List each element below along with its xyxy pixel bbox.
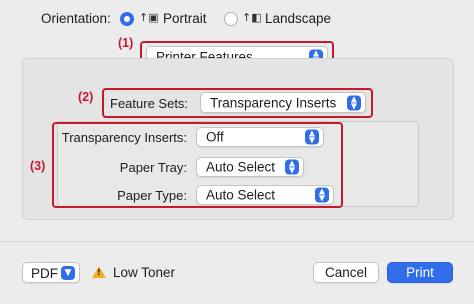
cancel-button[interactable]: Cancel	[313, 262, 379, 283]
landscape-label: Landscape	[265, 11, 332, 26]
paper-tray-label: Paper Tray:	[119, 160, 187, 175]
chevron-down-icon: ▼	[61, 266, 75, 280]
paper-tray-popup[interactable]: Auto Select ▲ ▼	[196, 157, 304, 177]
paper-type-label: Paper Type:	[117, 188, 187, 203]
paper-tray-value: Auto Select	[206, 159, 276, 175]
chevron-updown-icon: ▲▼	[315, 187, 329, 203]
pdf-menu-button[interactable]: PDF ▼	[22, 262, 80, 283]
landscape-radio[interactable]	[224, 12, 238, 26]
callout-1: (1)	[118, 36, 134, 50]
callout-3: (3)	[30, 159, 46, 173]
transparency-inserts-value: Off	[206, 129, 224, 145]
orientation-label: Orientation:	[41, 11, 111, 26]
portrait-radio[interactable]	[120, 12, 134, 26]
feature-sets-popup[interactable]: Transparency Inserts ▲ ▼	[200, 92, 366, 113]
callout-2: (2)	[78, 90, 94, 104]
footer-divider	[0, 241, 474, 242]
warning-triangle-icon	[92, 266, 106, 278]
chevron-updown-icon: ▲▼	[305, 129, 319, 145]
chevron-updown-icon: ▲▼	[347, 95, 361, 110]
paper-type-value: Auto Select	[206, 187, 276, 203]
portrait-label: Portrait	[163, 11, 207, 26]
transparency-inserts-label: Transparency Inserts:	[61, 130, 187, 145]
chevron-updown-icon: ▲▼	[285, 159, 299, 175]
paper-type-popup[interactable]: Auto Select ▲ ▼	[196, 185, 334, 205]
landscape-orientation-icon: ↑◧	[242, 11, 262, 24]
portrait-orientation-icon: ↑▣	[139, 11, 159, 24]
feature-sets-label: Feature Sets:	[110, 96, 189, 111]
pdf-label: PDF	[31, 266, 58, 281]
transparency-inserts-popup[interactable]: Off ▲ ▼	[196, 127, 324, 147]
feature-sets-value: Transparency Inserts	[210, 95, 337, 110]
low-toner-warning: Low Toner	[113, 265, 176, 280]
print-button[interactable]: Print	[387, 262, 453, 283]
